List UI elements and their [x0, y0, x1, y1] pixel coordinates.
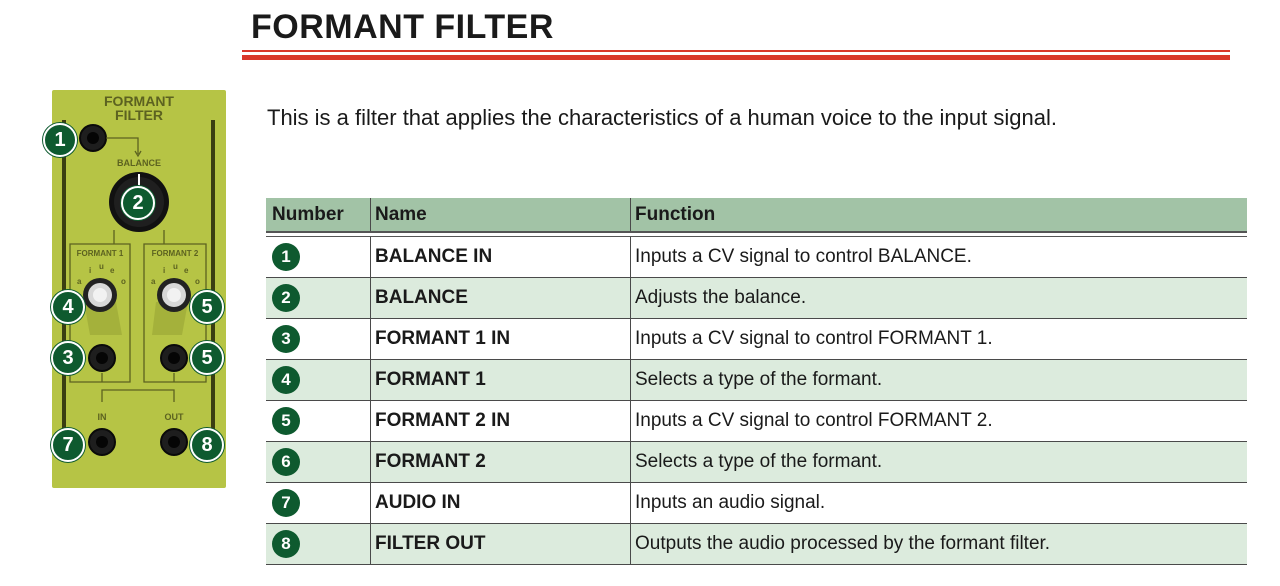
row-number-badge: 2: [272, 284, 300, 312]
formant2-label: FORMANT 2: [151, 249, 199, 258]
table-header: Number Name Function: [266, 198, 1247, 233]
table-row: 2 BALANCE Adjusts the balance.: [266, 278, 1247, 319]
callout-badge-5a: 5: [190, 290, 224, 324]
header-function: Function: [635, 204, 716, 225]
callout-badge-3: 3: [51, 341, 85, 375]
row-name: FORMANT 1 IN: [375, 328, 511, 349]
vowel-i-1: i: [89, 266, 92, 275]
row-name: FORMANT 2: [375, 451, 486, 472]
table-row: 8 FILTER OUT Outputs the audio processed b…: [266, 524, 1247, 565]
row-number-badge: 8: [272, 530, 300, 558]
row-number-badge: 4: [272, 366, 300, 394]
row-number-badge: 7: [272, 489, 300, 517]
callout-badge-8: 8: [190, 428, 224, 462]
vowel-u-2: u: [173, 262, 178, 271]
row-name: AUDIO IN: [375, 492, 461, 513]
title-rule-thin: [242, 50, 1230, 52]
table-row: 5 FORMANT 2 IN Inputs a CV signal to contr…: [266, 401, 1247, 442]
panel-title-line2: FILTER: [115, 107, 163, 123]
table-row: 4 FORMANT 1 Selects a type of the formant.: [266, 360, 1247, 401]
row-function: Adjusts the balance.: [635, 287, 807, 308]
callout-badge-1: 1: [43, 123, 77, 157]
header-number: Number: [272, 204, 344, 225]
balance-label: BALANCE: [117, 158, 161, 168]
function-table: Number Name Function 1 BALANCE IN Inputs a…: [266, 198, 1247, 565]
vowel-a-2: a: [151, 277, 156, 286]
row-number-badge: 6: [272, 448, 300, 476]
row-function: Inputs a CV signal to control BALANCE.: [635, 246, 972, 267]
page-title: FORMANT FILTER: [251, 8, 554, 46]
vowel-e-1: e: [110, 266, 115, 275]
row-function: Outputs the audio processed by the forma…: [635, 533, 1051, 554]
row-name: BALANCE IN: [375, 246, 493, 267]
row-function: Inputs a CV signal to control FORMANT 1.: [635, 328, 993, 349]
header-name: Name: [375, 204, 427, 225]
in-label: IN: [97, 412, 107, 422]
row-number-badge: 3: [272, 325, 300, 353]
callout-badge-2: 2: [121, 186, 155, 220]
formant1-label: FORMANT 1: [76, 249, 124, 258]
row-name: FILTER OUT: [375, 533, 486, 554]
vowel-a-1: a: [77, 277, 82, 286]
vowel-i-2: i: [163, 266, 166, 275]
vowel-o-1: o: [121, 277, 126, 286]
table-row: 3 FORMANT 1 IN Inputs a CV signal to contr…: [266, 319, 1247, 360]
callout-badge-4: 4: [51, 290, 85, 324]
row-name: FORMANT 2 IN: [375, 410, 511, 431]
row-function: Inputs an audio signal.: [635, 492, 826, 513]
title-rule-thick: [242, 55, 1230, 60]
panel-title-line1: FORMANT: [104, 93, 174, 109]
intro-text: This is a filter that applies the charac…: [267, 105, 1057, 130]
callout-badge-5b: 5: [190, 341, 224, 375]
vowel-o-2: o: [195, 277, 200, 286]
row-function: Selects a type of the formant.: [635, 369, 883, 390]
row-number-badge: 1: [272, 243, 300, 271]
vowel-u-1: u: [99, 262, 104, 271]
row-function: Selects a type of the formant.: [635, 451, 883, 472]
row-name: FORMANT 1: [375, 369, 486, 390]
table-row: 1 BALANCE IN Inputs a CV signal to control…: [266, 237, 1247, 278]
row-function: Inputs a CV signal to control FORMANT 2.: [635, 410, 993, 431]
vowel-e-2: e: [184, 266, 189, 275]
callout-badge-7: 7: [51, 428, 85, 462]
table-row: 6 FORMANT 2 Selects a type of the formant.: [266, 442, 1247, 483]
table-row: 7 AUDIO IN Inputs an audio signal.: [266, 483, 1247, 524]
out-label: OUT: [164, 412, 184, 422]
row-name: BALANCE: [375, 287, 468, 308]
row-number-badge: 5: [272, 407, 300, 435]
